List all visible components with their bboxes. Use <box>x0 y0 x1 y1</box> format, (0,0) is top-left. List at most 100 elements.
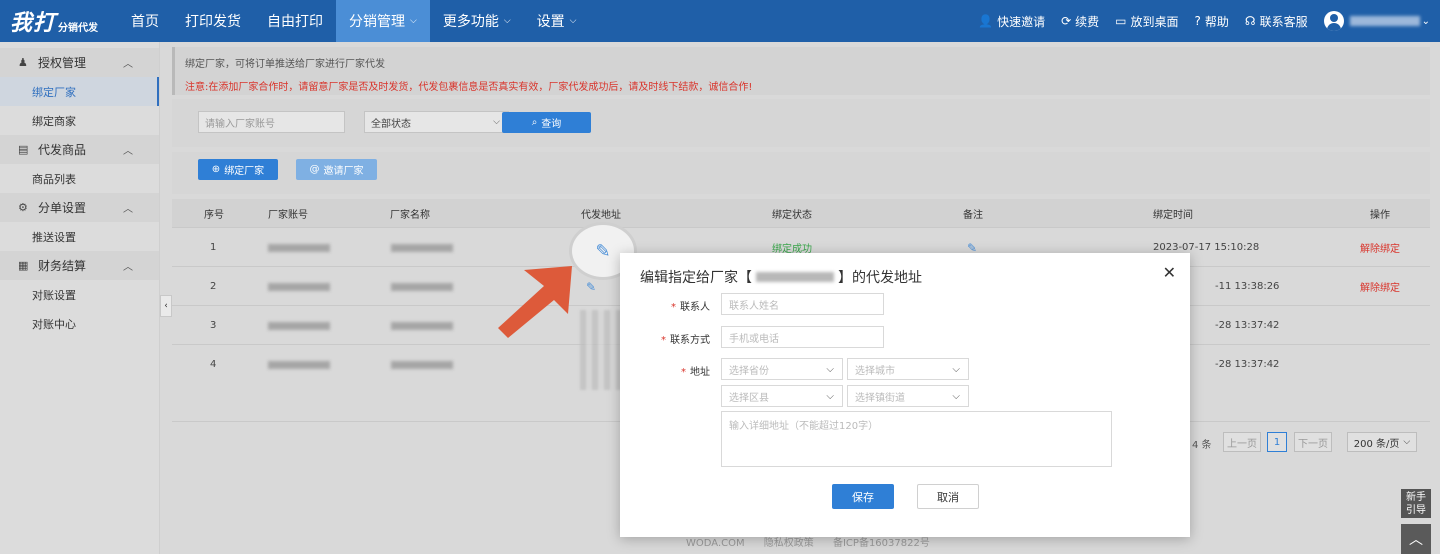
bind-factory-button[interactable]: ⊕ 绑定厂家 <box>198 159 278 180</box>
quick-invite-link[interactable]: 👤 快速邀请 <box>978 13 1045 30</box>
chevron-down-icon: ⌵ <box>826 390 834 402</box>
city-select[interactable]: 选择城市 ⌵ <box>847 358 969 380</box>
gear-icon: ⚙ <box>18 201 28 214</box>
col-address: 代发地址 <box>581 209 621 221</box>
back-to-top-icon[interactable]: ︿ <box>1401 524 1431 554</box>
redacted-account <box>268 243 330 252</box>
footer-icp-link[interactable]: 备ICP备16037822号 <box>833 538 930 549</box>
footer-privacy-link[interactable]: 隐私权政策 <box>764 538 814 549</box>
unbind-link[interactable]: 解除绑定 <box>1360 228 1400 267</box>
notice-info: 绑定厂家，可将订单推送给厂家进行厂家代发 <box>185 59 385 70</box>
redacted-name <box>391 321 453 330</box>
query-button[interactable]: ⌕ 查询 <box>502 112 591 133</box>
chevron-down-icon: ⌵ <box>1403 437 1411 447</box>
sidebar-item-product-list[interactable]: 商品列表 <box>0 164 159 193</box>
main-nav: 首页 打印发货 自由打印 分销管理 ⌵ 更多功能 ⌵ 设置 ⌵ <box>118 0 589 42</box>
pagination-total: 4 条 <box>1192 440 1212 451</box>
action-bar: ⊕ 绑定厂家 @ 邀请厂家 <box>172 152 1430 194</box>
close-icon[interactable]: ✕ <box>1163 263 1176 282</box>
status-select[interactable]: 全部状态 ⌵ <box>364 111 509 133</box>
nav-home[interactable]: 首页 <box>118 0 172 42</box>
nav-free-print[interactable]: 自由打印 <box>254 0 336 42</box>
newbie-guide-button[interactable]: 新手 引导 <box>1401 489 1431 518</box>
nav-more[interactable]: 更多功能 ⌵ <box>430 0 524 42</box>
col-remark: 备注 <box>963 209 983 221</box>
notice-box: 绑定厂家，可将订单推送给厂家进行厂家代发 注意:在添加厂家合作时，请留意厂家是否… <box>172 47 1430 95</box>
nav-distribution[interactable]: 分销管理 ⌵ <box>336 0 430 42</box>
sidebar-collapse-button[interactable]: ‹ <box>160 295 172 317</box>
service-link[interactable]: ☊ 联系客服 <box>1245 13 1308 30</box>
chevron-down-icon: ⌵ <box>569 16 577 26</box>
nav-print-ship[interactable]: 打印发货 <box>172 0 254 42</box>
phone-label: * 联系方式 <box>661 335 710 346</box>
help-icon: ? <box>1194 14 1201 28</box>
add-user-icon: 👤 <box>978 14 994 28</box>
sidebar-item-bind-merchant[interactable]: 绑定商家 <box>0 106 159 135</box>
sidebar-item-push-settings[interactable]: 推送设置 <box>0 222 159 251</box>
headset-icon: ☊ <box>1244 14 1256 28</box>
save-button[interactable]: 保存 <box>832 484 894 509</box>
sidebar: ♟ 授权管理 ︿ 绑定厂家 绑定商家 ▤ 代发商品 ︿ 商品列表 ⚙ 分单设置 ︿ 推送设置… <box>0 42 160 554</box>
renew-link[interactable]: ⟳ 续费 <box>1061 13 1099 30</box>
filter-bar: 请输入厂家账号 全部状态 ⌵ ⌕ 查询 <box>172 99 1430 147</box>
chevron-up-icon: ︿ <box>123 262 133 273</box>
search-icon: ⌕ <box>531 117 538 128</box>
footer-site-link[interactable]: WODA.COM <box>686 538 745 549</box>
col-name: 厂家名称 <box>390 209 430 221</box>
user-name-redacted[interactable] <box>1349 16 1420 26</box>
sidebar-group-auth[interactable]: ♟ 授权管理 ︿ <box>0 48 159 77</box>
monitor-icon: ▭ <box>1115 14 1127 28</box>
chevron-down-icon: ⌵ <box>952 363 960 375</box>
sidebar-group-products[interactable]: ▤ 代发商品 ︿ <box>0 135 159 164</box>
sidebar-group-split[interactable]: ⚙ 分单设置 ︿ <box>0 193 159 222</box>
redacted-name <box>391 360 453 369</box>
sidebar-group-finance[interactable]: ▦ 财务结算 ︿ <box>0 251 159 280</box>
redacted-name <box>391 243 453 252</box>
chevron-up-icon: ︿ <box>123 204 133 215</box>
col-op: 操作 <box>1370 209 1390 221</box>
top-right-tools: 👤 快速邀请 ⟳ 续费 ▭ 放到桌面 ? 帮助 ☊ 联系客服 ⌄ <box>962 0 1430 42</box>
contact-input[interactable]: 联系人姓名 <box>721 293 884 315</box>
cancel-button[interactable]: 取消 <box>917 484 979 509</box>
page-size-select[interactable]: 200 条/页 ⌵ <box>1347 432 1417 452</box>
table-header: 序号 厂家账号 厂家名称 代发地址 绑定状态 备注 绑定时间 操作 <box>172 199 1430 227</box>
factory-account-input[interactable]: 请输入厂家账号 <box>198 111 345 133</box>
logo[interactable]: 我打 分销代发 <box>0 0 118 42</box>
chevron-down-icon: ⌵ <box>826 363 834 375</box>
sidebar-item-bind-factory[interactable]: 绑定厂家 <box>0 77 159 106</box>
redacted-account <box>268 360 330 369</box>
nav-settings[interactable]: 设置 ⌵ <box>524 0 590 42</box>
col-no: 序号 <box>204 209 224 221</box>
plus-circle-icon: ⊕ <box>211 164 221 175</box>
district-select[interactable]: 选择区县 ⌵ <box>721 385 843 407</box>
phone-input[interactable]: 手机或电话 <box>721 326 884 348</box>
sidebar-item-recon-center[interactable]: 对账中心 <box>0 309 159 338</box>
help-link[interactable]: ? 帮助 <box>1195 13 1229 30</box>
edit-icon[interactable]: ✎ <box>595 241 610 262</box>
unbind-link[interactable]: 解除绑定 <box>1360 267 1400 306</box>
street-select[interactable]: 选择镇街道 ⌵ <box>847 385 969 407</box>
annotation-arrow-icon <box>498 266 572 338</box>
chevron-down-icon: ⌵ <box>952 390 960 402</box>
chart-icon: ▦ <box>18 259 29 272</box>
redacted-name <box>391 282 453 291</box>
redacted-account <box>268 282 330 291</box>
prev-page-button[interactable]: 上一页 <box>1223 432 1261 452</box>
province-select[interactable]: 选择省份 ⌵ <box>721 358 843 380</box>
page-1-button[interactable]: 1 <box>1267 432 1287 452</box>
user-icon: ♟ <box>18 56 28 69</box>
col-time: 绑定时间 <box>1153 209 1193 221</box>
invite-factory-button[interactable]: @ 邀请厂家 <box>296 159 377 180</box>
notice-warning: 注意:在添加厂家合作时，请留意厂家是否及时发货，代发包裹信息是否真实有效，厂家代… <box>185 82 753 93</box>
desktop-link[interactable]: ▭ 放到桌面 <box>1115 13 1178 30</box>
chevron-down-icon: ⌵ <box>503 16 511 26</box>
address-detail-textarea[interactable]: 输入详细地址（不能超过120字） <box>721 411 1112 467</box>
document-icon: ▤ <box>18 143 29 156</box>
at-icon: @ <box>309 164 320 175</box>
chevron-down-icon: ⌄ <box>1421 15 1430 27</box>
col-account: 厂家账号 <box>268 209 308 221</box>
chevron-down-icon: ⌵ <box>410 16 417 26</box>
avatar[interactable] <box>1323 11 1344 31</box>
next-page-button[interactable]: 下一页 <box>1294 432 1332 452</box>
sidebar-item-recon-settings[interactable]: 对账设置 <box>0 280 159 309</box>
